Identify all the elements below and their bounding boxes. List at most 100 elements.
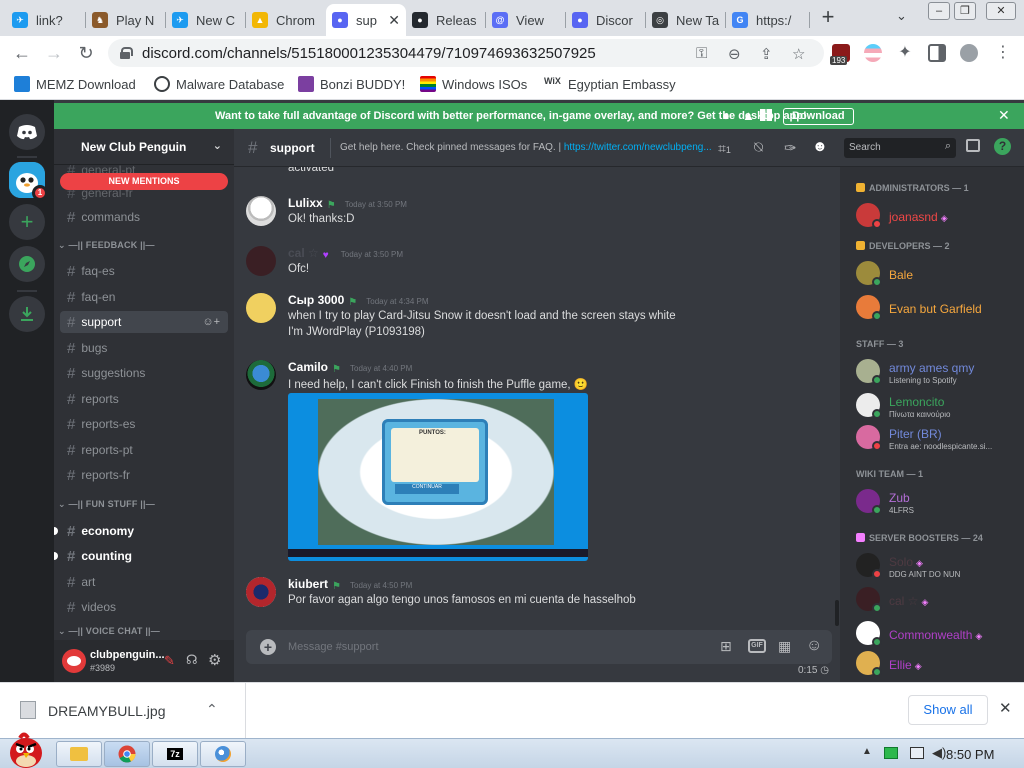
message-author[interactable]: Camilo ⚑ Today at 4:40 PM	[288, 360, 412, 375]
member-name[interactable]: Commonwealth ◈	[889, 628, 982, 642]
download-filename[interactable]: DREAMYBULL.jpg	[48, 703, 166, 719]
start-angry-bird-icon[interactable]	[6, 731, 46, 768]
message-author[interactable]: kiubert ⚑ Today at 4:50 PM	[288, 577, 412, 592]
close-shelf-button[interactable]: ✕	[999, 699, 1012, 717]
member-name[interactable]: joanasnd ◈	[889, 210, 948, 224]
member-item[interactable]: cal ☆ ◈	[856, 587, 1016, 617]
browser-tab[interactable]: ● Releas	[406, 4, 486, 36]
message-image-attachment[interactable]: PUNTOS: CONTINUAR	[288, 393, 588, 561]
notification-bell-muted-icon[interactable]: ⍉	[754, 139, 763, 156]
username[interactable]: clubpenguin...	[90, 649, 165, 661]
channel-reports-es[interactable]: # reports-es	[60, 413, 228, 435]
browser-tab[interactable]: ● sup ✕	[326, 4, 406, 36]
avatar[interactable]	[246, 196, 276, 226]
add-member-icon[interactable]: ☺+	[202, 316, 220, 328]
file-icon[interactable]	[20, 701, 36, 719]
member-item[interactable]: Ellie ◈	[856, 651, 1016, 681]
member-name[interactable]: Evan but Garfield	[889, 302, 982, 316]
bookmark-star-icon[interactable]: ☆	[792, 45, 805, 63]
channel-category[interactable]: ⌄ —|| VOICE CHAT ||—	[58, 626, 160, 637]
browser-tab[interactable]: @ View	[486, 4, 566, 36]
minimize-button[interactable]: –	[928, 2, 950, 20]
new-tab-button[interactable]: +	[816, 6, 840, 30]
browser-tab[interactable]: ◎ New Ta	[646, 4, 726, 36]
browser-tab[interactable]: Ghttps:/	[726, 4, 810, 36]
battery-icon[interactable]	[884, 747, 898, 759]
bookmark-item[interactable]: MEMZ Download	[14, 76, 136, 92]
pinned-messages-icon[interactable]: ✑	[784, 139, 797, 157]
side-panel-icon[interactable]	[928, 44, 946, 62]
discord-home-icon[interactable]	[9, 114, 45, 150]
gift-icon[interactable]: ⊞	[720, 638, 732, 655]
inbox-icon[interactable]	[966, 139, 980, 152]
extension-flag-icon[interactable]	[864, 44, 882, 62]
taskbar-paint-button[interactable]	[200, 741, 246, 767]
member-item[interactable]: joanasnd ◈	[856, 203, 1016, 233]
avatar[interactable]	[62, 649, 86, 673]
browser-tab[interactable]: ✈ link?	[6, 4, 86, 36]
browser-tab[interactable]: ▲ Chrom	[246, 4, 326, 36]
channel-faq-en[interactable]: # faq-en	[60, 286, 228, 308]
restore-button[interactable]: ❐	[954, 2, 976, 20]
lock-icon[interactable]	[120, 47, 133, 59]
server-new-club-penguin-icon[interactable]: 1	[9, 162, 48, 201]
member-name[interactable]: army ames qmy	[889, 361, 974, 375]
add-server-icon[interactable]: +	[9, 204, 45, 240]
taskbar-explorer-button[interactable]	[56, 741, 102, 767]
scrollbar-thumb[interactable]	[835, 600, 839, 626]
browser-tab[interactable]: ● Discor	[566, 4, 646, 36]
channel-reports[interactable]: # reports	[60, 388, 228, 410]
sticker-icon[interactable]: ▦	[778, 638, 791, 655]
channel-category[interactable]: ⌄ —|| FEEDBACK ||—	[58, 240, 155, 251]
channel-economy[interactable]: # economy	[60, 520, 228, 542]
key-icon[interactable]: ⚿	[696, 45, 707, 62]
channel-topic[interactable]: Get help here. Check pinned messages for…	[340, 142, 712, 153]
channel-category[interactable]: ⌄ —|| FUN STUFF ||—	[58, 499, 155, 510]
emoji-icon[interactable]: ☺	[806, 637, 822, 655]
member-name[interactable]: Lemoncito	[889, 395, 944, 409]
member-list-icon[interactable]: ☻	[812, 138, 828, 155]
clock[interactable]: 8:50 PM	[946, 747, 994, 762]
member-item[interactable]: Solo ◈ DDG AINT DO NUN	[856, 553, 1016, 583]
channel-suggestions[interactable]: # suggestions	[60, 362, 228, 384]
mute-microphone-icon[interactable]: ✎	[164, 653, 175, 669]
browser-tab[interactable]: ♞ Play N	[86, 4, 166, 36]
member-item[interactable]: Commonwealth ◈	[856, 621, 1016, 651]
extension-calendar-icon[interactable]: 193	[830, 44, 850, 65]
channel-art[interactable]: # art	[60, 571, 228, 593]
message-author[interactable]: Lulixx ⚑ Today at 3:50 PM	[288, 196, 407, 211]
bookmark-item[interactable]: Malware Database	[154, 76, 284, 92]
member-name[interactable]: Piter (BR)	[889, 427, 942, 441]
member-name[interactable]: Bale	[889, 268, 913, 282]
zoom-icon[interactable]: ⊖	[728, 45, 741, 63]
reload-button[interactable]: ↻	[74, 41, 98, 65]
author-name[interactable]: Lulixx	[288, 196, 323, 210]
headphones-icon[interactable]: ☊	[186, 652, 198, 668]
channel-commands[interactable]: # commands	[60, 206, 228, 228]
avatar[interactable]	[246, 360, 276, 390]
message-input[interactable]: Message #support	[288, 641, 379, 653]
gif-button[interactable]: GIF	[748, 639, 766, 653]
chevron-up-icon[interactable]: ⌃	[206, 701, 218, 718]
avatar[interactable]	[246, 293, 276, 323]
author-name[interactable]: Camilo	[288, 360, 328, 374]
taskbar-7zip-button[interactable]: 7z	[152, 741, 198, 767]
member-name[interactable]: Zub	[889, 491, 910, 505]
member-item[interactable]: Bale	[856, 261, 1016, 291]
upload-plus-icon[interactable]: +	[260, 639, 276, 655]
back-button[interactable]: ←	[10, 41, 34, 65]
channel-reports-fr[interactable]: # reports-fr	[60, 464, 228, 486]
member-name[interactable]: Solo ◈	[889, 555, 923, 569]
channel-support[interactable]: # support ☺+	[60, 311, 228, 333]
avatar[interactable]	[246, 246, 276, 276]
tab-close-icon[interactable]: ✕	[388, 12, 400, 29]
member-item[interactable]: Zub 4LFRS	[856, 489, 1016, 519]
threads-icon[interactable]: ⌗1	[718, 140, 731, 157]
bookmark-item[interactable]: WiX Egyptian Embassy	[544, 76, 676, 92]
address-bar[interactable]: discord.com/channels/515180001235304479/…	[108, 39, 824, 67]
member-item[interactable]: Piter (BR) Entra ae: noodlespicante.si...	[856, 425, 1016, 455]
help-icon[interactable]: ?	[994, 138, 1011, 155]
explore-servers-icon[interactable]	[9, 246, 45, 282]
bookmark-item[interactable]: Windows ISOs	[420, 76, 527, 92]
settings-gear-icon[interactable]: ⚙	[208, 651, 221, 669]
